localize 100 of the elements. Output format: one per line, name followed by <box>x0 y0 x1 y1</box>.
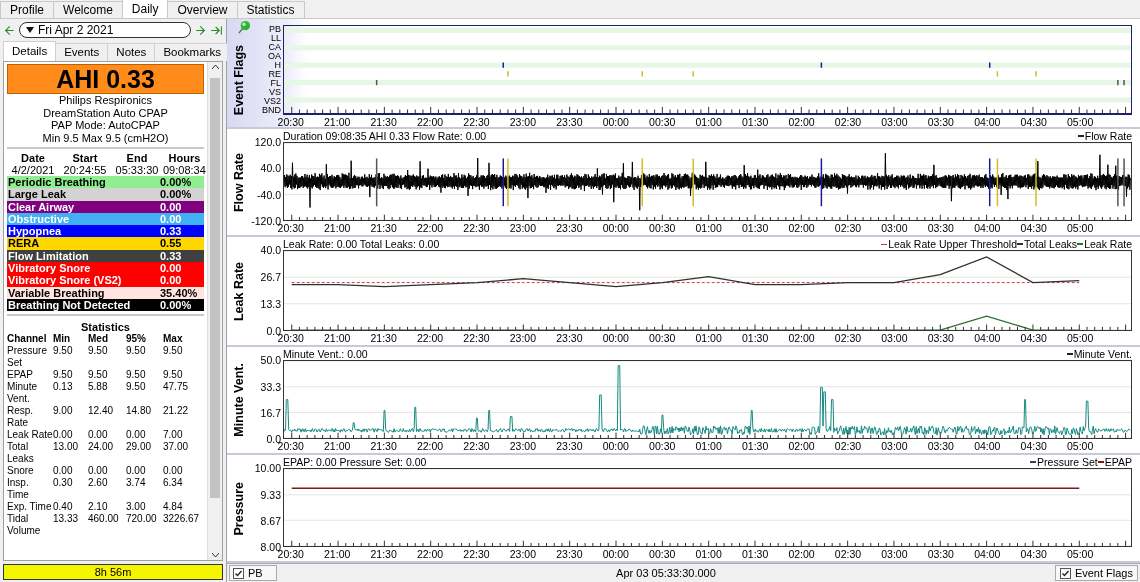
axis-tick-label: 0.0 <box>266 433 281 446</box>
axis-tick-label: 04:00 <box>974 116 1001 128</box>
table-cell-text: 47.75 <box>163 381 190 395</box>
table-cell: Pressure Set <box>7 345 53 370</box>
back-arrow-icon[interactable] <box>3 23 16 37</box>
event-name: Flow Limitation <box>8 249 89 263</box>
axis-tick-label: 23:30 <box>556 548 583 561</box>
tab[interactable]: Daily <box>121 0 169 18</box>
axis-tick-label: -120.0 <box>251 215 281 228</box>
table-cell: Tidal Volume <box>7 513 53 538</box>
event-value: 0.00 <box>160 274 183 287</box>
caret-icon <box>26 27 34 33</box>
axis-tick-label: 21:00 <box>324 440 351 453</box>
event-name: Clear Airway <box>8 200 75 213</box>
axis-tick-label: 22:30 <box>463 116 490 128</box>
tab[interactable]: Bookmarks <box>154 43 230 61</box>
axis-tick-label: 9.33 <box>260 488 281 501</box>
axis-tick-label: 02:30 <box>834 332 862 345</box>
axis-tick-label: 10.00 <box>254 462 281 475</box>
axis-tick-label: 23:30 <box>556 332 583 345</box>
axis-tick-label: 21:30 <box>370 332 397 345</box>
axis-tick-label: 00:00 <box>602 440 629 453</box>
device-info: Min 9.5 Max 9.5 (cmH2O) <box>41 131 170 144</box>
axis-tick-label: 22:30 <box>463 440 490 453</box>
axis-tick-label: 03:00 <box>881 548 908 561</box>
cursor-time: Apr 03 05:33:30.000 <box>616 567 716 580</box>
axis-tick-label: 00:30 <box>649 440 676 453</box>
jump-to-end-icon[interactable] <box>210 23 223 37</box>
event-value: 0.00% <box>160 176 193 189</box>
table-cell-text: 9.50 <box>163 369 184 382</box>
checkbox[interactable] <box>233 567 244 579</box>
axis-tick-label: 02:00 <box>788 116 815 128</box>
axis-tick-label: 05:00 <box>1067 440 1094 453</box>
axis-tick-label: 16.7 <box>260 406 281 419</box>
table-cell: 14.80 <box>126 405 163 430</box>
legend-item: Pressure Set <box>1030 456 1098 469</box>
tab[interactable]: Profile <box>0 1 54 18</box>
axis-tick-label: 23:00 <box>509 332 537 345</box>
table-cell: 09:08:34 <box>163 164 206 176</box>
axis-tick-label: 01:00 <box>695 116 722 128</box>
event-value: 0.33 <box>160 225 183 238</box>
axis-tick-label: 01:00 <box>695 440 722 453</box>
pushpin-icon[interactable] <box>236 20 251 35</box>
table-cell: Resp. Rate <box>7 405 53 430</box>
checkbox[interactable] <box>1059 567 1071 579</box>
tab[interactable]: Details <box>3 41 57 61</box>
table-cell: 9.50 <box>53 369 88 382</box>
table-cell-text: 37.00 <box>163 441 190 455</box>
axis-tick-label: 21:30 <box>370 222 397 235</box>
graph-info: Minute Vent.: 0.00 <box>283 348 368 361</box>
scrollbar[interactable] <box>207 62 222 560</box>
table-cell: 9.00 <box>53 405 88 430</box>
axis-tick-label: 22:00 <box>416 332 444 345</box>
scroll-down-icon[interactable] <box>211 553 219 557</box>
axis-tick-label: 02:00 <box>788 332 815 345</box>
axis-tick-label: 8.00 <box>260 541 281 554</box>
table-cell: Leak Rate <box>7 429 53 442</box>
legend-item: Flow Rate <box>1077 130 1132 142</box>
tab[interactable]: Statistics <box>236 1 305 18</box>
axis-tick-label: 21:30 <box>370 548 397 561</box>
axis-title: Minute Vent. <box>232 363 246 437</box>
axis-tick-label: 00:30 <box>649 222 676 235</box>
axis-tick-label: 01:30 <box>741 548 769 561</box>
axis-tick-label: 40.0 <box>260 162 281 175</box>
channel-dropdown[interactable]: PB <box>229 565 277 582</box>
event-flags-toggle[interactable]: Event Flags <box>1054 565 1138 582</box>
axis-tick-label: 23:00 <box>509 548 537 561</box>
table-cell: 0.00 <box>53 429 88 442</box>
axis-tick-label: 13.3 <box>260 298 281 311</box>
table-cell: 24.00 <box>88 441 126 466</box>
axis-tick-label: 00:30 <box>649 332 676 345</box>
table-cell: 9.50 <box>88 345 126 370</box>
legend-item: Leak Rate <box>1077 238 1132 251</box>
axis-tick-label: 02:00 <box>788 222 815 235</box>
scroll-up-icon[interactable] <box>211 65 219 69</box>
axis-tick-label: 23:00 <box>509 222 537 235</box>
table-cell: EPAP <box>7 369 53 382</box>
date-dropdown[interactable]: Fri Apr 2 2021 <box>19 22 191 38</box>
axis-tick-label: 01:30 <box>741 332 769 345</box>
axis-tick-label: 22:30 <box>463 548 490 561</box>
axis-tick-label: 04:30 <box>1020 332 1047 345</box>
column-header: 95% <box>126 333 163 346</box>
flag-row-label: PB <box>268 25 282 34</box>
column-header: Max <box>163 333 184 346</box>
flag-row-label: FL <box>269 79 282 88</box>
forward-arrow-icon[interactable] <box>194 23 207 37</box>
event-name: Vibratory Snore (VS2) <box>8 274 122 287</box>
column-header: Start <box>71 152 99 164</box>
table-cell: 0.00 <box>53 465 88 478</box>
axis-tick-label: 23:30 <box>556 116 583 128</box>
axis-tick-label: 04:30 <box>1020 548 1047 561</box>
table-cell-text: 6.34 <box>163 477 184 491</box>
event-name: Vibratory Snore <box>8 262 91 275</box>
axis-tick-label: 21:00 <box>324 332 351 345</box>
table-cell: 9.50 <box>126 345 163 370</box>
flag-row-label: VS <box>268 88 282 97</box>
table-cell: 460.00 <box>88 513 126 538</box>
axis-tick-label: 00:00 <box>602 548 629 561</box>
table-cell: Snore <box>7 465 53 478</box>
axis-tick-label: 00:30 <box>649 548 676 561</box>
